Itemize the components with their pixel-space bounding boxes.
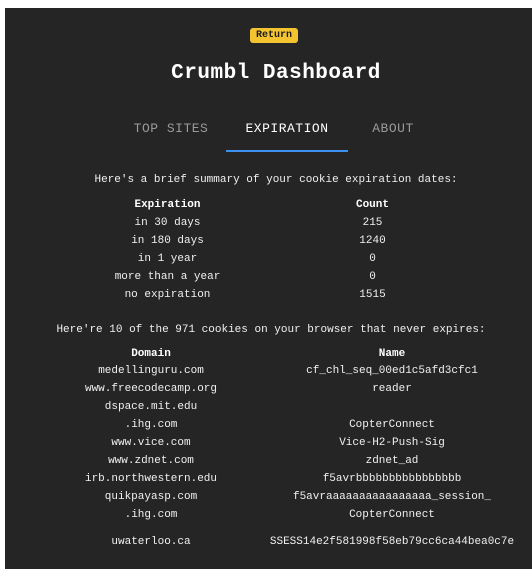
- expiration-cell: more than a year: [114, 271, 221, 283]
- table-row: www.vice.com Vice-H2-Push-Sig: [50, 434, 532, 452]
- table-row: quikpayasp.com f5avraaaaaaaaaaaaaaaa_sess…: [50, 488, 532, 506]
- cookie-name-cell: CopterConnect: [349, 508, 435, 521]
- table-row: medellinguru.com cf_chl_seq_00ed1c5afd3cf…: [50, 362, 532, 380]
- never-expires-table: Domain Name medellinguru.com cf_chl_seq_0…: [50, 345, 532, 560]
- never-expires-text: Here're 10 of the 971 cookies on your br…: [56, 324, 486, 336]
- count-cell: 1240: [359, 235, 386, 247]
- cookie-name-cell: reader: [372, 382, 412, 395]
- cookie-name-cell: SSESS14e2f581998f58eb79cc6ca44bea0c7e: [269, 535, 515, 548]
- expiration-summary-text: Here's a brief summary of your cookie ex…: [94, 174, 458, 186]
- column-header-name: Name: [378, 347, 406, 360]
- tab-top-sites[interactable]: TOP SITES: [131, 120, 211, 162]
- table-row: .ihg.com CopterConnect: [50, 416, 532, 434]
- expiration-cell: in 30 days: [134, 217, 201, 229]
- domain-cell: uwaterloo.ca: [111, 535, 191, 548]
- domain-cell: .ihg.com: [124, 418, 178, 431]
- cookie-name-cell: Vice-H2-Push-Sig: [339, 436, 445, 449]
- page-title: Crumbl Dashboard: [171, 62, 381, 85]
- count-cell: 0: [369, 253, 376, 265]
- column-header-count: Count: [355, 199, 389, 211]
- cookie-name-cell: f5avrbbbbbbbbbbbbbbbb: [322, 472, 462, 485]
- column-header-domain: Domain: [131, 347, 171, 360]
- table-row: .ihg.com CopterConnect: [50, 506, 532, 524]
- count-cell: 0: [369, 271, 376, 283]
- table-row: in 180 days 1240: [65, 232, 475, 250]
- expiration-cell: no expiration: [124, 289, 211, 301]
- domain-cell: www.vice.com: [111, 436, 191, 449]
- cookie-name-cell: cf_chl_seq_00ed1c5afd3cfc1: [306, 364, 478, 377]
- count-cell: 215: [362, 217, 383, 229]
- count-cell: 1515: [359, 289, 386, 301]
- cookie-name-cell: [252, 398, 532, 416]
- table-row: in 30 days 215: [65, 214, 475, 232]
- domain-cell: .ihg.com: [124, 508, 178, 521]
- expiration-cell: in 180 days: [131, 235, 204, 247]
- domain-cell: dspace.mit.edu: [104, 400, 198, 413]
- tab-bar: TOP SITES EXPIRATION ABOUT: [5, 120, 532, 162]
- table-row: irb.northwestern.edu f5avrbbbbbbbbbbbbbbb…: [50, 470, 532, 488]
- expiration-table: Expiration Count in 30 days 215 in 180 day…: [65, 196, 475, 304]
- table-row: more than a year 0: [65, 268, 475, 286]
- domain-cell: www.zdnet.com: [108, 454, 194, 467]
- column-header-expiration: Expiration: [134, 199, 201, 211]
- tab-expiration[interactable]: EXPIRATION: [237, 120, 337, 162]
- table-row: in 1 year 0: [65, 250, 475, 268]
- expiration-cell: in 1 year: [137, 253, 198, 265]
- table-row: uwaterloo.ca SSESS14e2f581998f58eb79cc6ca…: [50, 524, 532, 560]
- table-row: www.freecodecamp.org reader: [50, 380, 532, 398]
- domain-cell: irb.northwestern.edu: [84, 472, 218, 485]
- table-row: www.zdnet.com zdnet_ad: [50, 452, 532, 470]
- table-row: no expiration 1515: [65, 286, 475, 304]
- cookie-name-cell: CopterConnect: [349, 418, 435, 431]
- cookie-name-cell: zdnet_ad: [365, 454, 419, 467]
- active-tab-indicator: [226, 150, 348, 152]
- table-header-row: Domain Name: [50, 345, 532, 362]
- table-header-row: Expiration Count: [65, 196, 475, 214]
- tab-about[interactable]: ABOUT: [365, 120, 421, 162]
- domain-cell: www.freecodecamp.org: [84, 382, 218, 395]
- table-row: dspace.mit.edu: [50, 398, 532, 416]
- return-button[interactable]: Return: [250, 28, 299, 43]
- domain-cell: medellinguru.com: [98, 364, 204, 377]
- cookie-name-cell: f5avraaaaaaaaaaaaaaaa_session_: [292, 490, 492, 503]
- domain-cell: quikpayasp.com: [104, 490, 198, 503]
- crumbl-popup: Return Crumbl Dashboard TOP SITES EXPIRA…: [5, 8, 532, 569]
